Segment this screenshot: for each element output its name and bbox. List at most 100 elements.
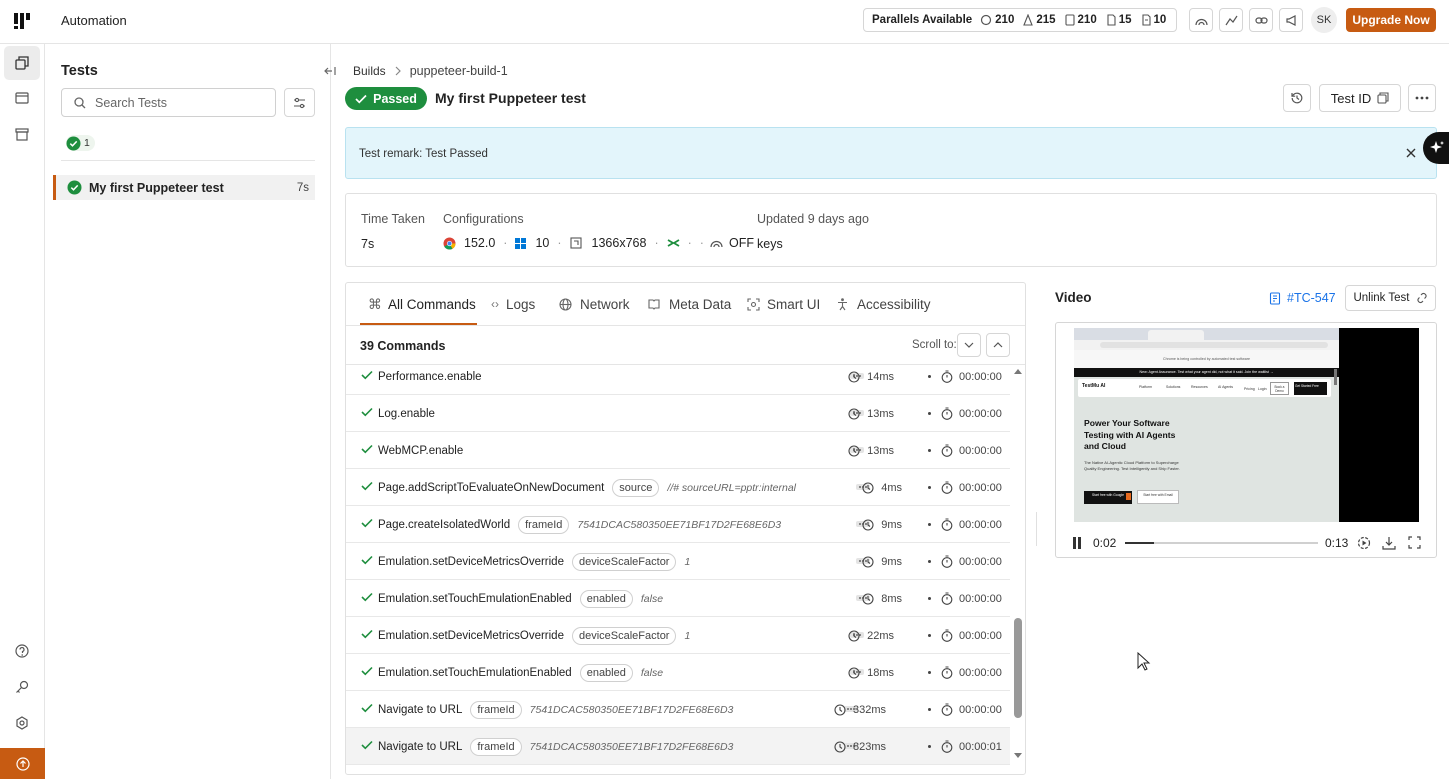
close-icon[interactable]: [1406, 148, 1416, 158]
test-remark-text: Test remark: Test Passed: [359, 148, 488, 160]
command-duration: 823ms: [834, 728, 886, 765]
command-row[interactable]: Emulation.setTouchEmulationEnabled enable…: [346, 580, 1010, 617]
command-arg-value: 1: [684, 629, 691, 642]
settings-icon[interactable]: [15, 716, 29, 730]
success-check-icon: [361, 407, 373, 417]
tab-accessibility[interactable]: Accessibility: [837, 283, 931, 325]
filter-button[interactable]: [284, 88, 315, 117]
parallel-value-3: 210: [1077, 14, 1097, 26]
success-check-icon: [361, 592, 373, 602]
command-row[interactable]: Navigate to URL frameId 7541DCAC580350EE71…: [346, 728, 1010, 765]
unlink-label: Unlink Test: [1353, 292, 1410, 304]
video-seek-bar[interactable]: [1125, 542, 1318, 544]
rail-archive-icon[interactable]: [15, 127, 29, 141]
rail-dashboard-icon[interactable]: [15, 91, 29, 105]
browser-version: 152.0: [464, 236, 496, 250]
command-row[interactable]: Navigate to URL frameId 7541DCAC580350EE71…: [346, 691, 1010, 728]
command-row[interactable]: Page.createIsolatedWorld frameId 7541DCAC5…: [346, 506, 1010, 543]
upgrade-button[interactable]: Upgrade Now: [1346, 8, 1436, 32]
success-check-icon: [361, 740, 373, 750]
command-row[interactable]: Emulation.setDeviceMetricsOverride device…: [346, 543, 1010, 580]
divider: [346, 325, 1025, 326]
command-timestamp: 00:00:00: [941, 358, 1002, 395]
scroll-down-button[interactable]: [957, 333, 981, 357]
passed-check-icon: [67, 180, 82, 195]
command-name: Log.enable: [378, 407, 435, 420]
parallel-value-2: 215: [1036, 14, 1056, 26]
command-name: Emulation.setTouchEmulationEnabled: [378, 666, 572, 679]
breadcrumb-build[interactable]: puppeteer-build-1: [410, 64, 508, 78]
video-total-time: 0:13: [1325, 536, 1349, 550]
app-logo[interactable]: [12, 11, 32, 31]
resize-handle[interactable]: [1036, 512, 1037, 546]
command-row[interactable]: Performance.enable 14ms 00:00:00: [346, 358, 1010, 395]
tunnel-icon: [710, 240, 723, 248]
tab-network[interactable]: Network: [559, 283, 630, 325]
test-id-button[interactable]: Test ID: [1319, 84, 1401, 112]
more-options-button[interactable]: [1408, 84, 1436, 112]
key-icon[interactable]: [15, 680, 29, 694]
app-title: Automation: [61, 13, 127, 28]
history-button[interactable]: [1283, 84, 1311, 112]
command-arg-value: 7541DCAC580350EE71BF17D2FE68E6D3: [529, 703, 734, 716]
video-title: Video: [1055, 290, 1092, 305]
search-tests-input[interactable]: Search Tests: [95, 96, 167, 110]
command-duration: 14ms: [848, 358, 894, 395]
search-tests-field[interactable]: Search Tests: [61, 88, 276, 117]
parallel-real-device-icon: [1064, 14, 1075, 26]
parallel-value-5: 10: [1153, 14, 1167, 26]
collapse-panel-icon[interactable]: [324, 66, 336, 76]
help-icon[interactable]: [15, 644, 29, 658]
tab-logs[interactable]: ‹› Logs: [491, 283, 535, 325]
command-duration: 22ms: [848, 617, 894, 654]
tab-label: Logs: [506, 296, 536, 312]
unlink-test-button[interactable]: Unlink Test: [1345, 285, 1436, 311]
command-row[interactable]: Emulation.setDeviceMetricsOverride device…: [346, 617, 1010, 654]
command-arg-key: source: [612, 478, 660, 497]
integrations-button[interactable]: [1249, 8, 1273, 32]
rail-automation-button[interactable]: [4, 46, 40, 80]
tunnel-button[interactable]: [1189, 8, 1213, 32]
tab-all-commands[interactable]: ⌘ All Commands: [368, 283, 476, 325]
time-taken-label: Time Taken: [361, 212, 425, 226]
command-row[interactable]: Emulation.setTouchEmulationEnabled enable…: [346, 654, 1010, 691]
left-rail: [0, 44, 45, 779]
copy-icon: [1377, 92, 1389, 104]
command-row[interactable]: Page.addScriptToEvaluateOnNewDocument sou…: [346, 469, 1010, 506]
tests-panel: Tests Search Tests 1 My first Puppeteer …: [45, 44, 336, 779]
analytics-button[interactable]: [1219, 8, 1243, 32]
command-row[interactable]: Log.enable 13ms 00:00:00: [346, 395, 1010, 432]
success-check-icon: [361, 555, 373, 565]
command-row[interactable]: WebMCP.enable 13ms 00:00:00: [346, 432, 1010, 469]
ai-assistant-button[interactable]: [1423, 132, 1449, 164]
command-timestamp: 00:00:00: [941, 691, 1002, 728]
playback-speed-icon: [1357, 536, 1371, 550]
tab-smart-ui[interactable]: Smart UI: [747, 283, 820, 325]
parallel-hyperexecute-icon: [1106, 14, 1116, 26]
parallels-available[interactable]: Parallels Available 210 215 210 15 10: [863, 8, 1177, 32]
test-case-link[interactable]: #TC-547: [1269, 291, 1336, 305]
book-icon: [648, 299, 660, 310]
announcements-button[interactable]: [1279, 8, 1303, 32]
site-scrollbar: [1334, 369, 1337, 385]
avatar[interactable]: SK: [1311, 7, 1337, 33]
browser-toolbar: [1074, 340, 1339, 350]
tab-meta-data[interactable]: Meta Data: [648, 283, 731, 325]
video-frame[interactable]: Chrome is being controlled by automated …: [1074, 328, 1419, 522]
command-timestamp: 00:00:00: [941, 395, 1002, 432]
scrollbar-thumb[interactable]: [1014, 618, 1022, 718]
history-icon: [1291, 92, 1303, 104]
site-navbar: TestMu AI Platform Solutions Resources A…: [1078, 379, 1331, 397]
site-get-started: Get Started Free: [1294, 382, 1327, 395]
scroll-up-button[interactable]: [986, 333, 1010, 357]
megaphone-icon: [1285, 14, 1296, 26]
passed-filter-badge[interactable]: 1: [66, 135, 95, 151]
clock-icon: [834, 703, 846, 716]
breadcrumb-builds[interactable]: Builds: [353, 64, 386, 78]
commands-scrollbar[interactable]: [1012, 366, 1024, 764]
command-name: Navigate to URL: [378, 740, 463, 753]
rail-upgrade-button[interactable]: [0, 748, 45, 779]
test-list-item[interactable]: My first Puppeteer test 7s: [53, 175, 315, 200]
success-check-icon: [361, 666, 373, 676]
commands-list: Performance.enable 14ms 00:00:00 Log.enable…: [346, 358, 1010, 766]
